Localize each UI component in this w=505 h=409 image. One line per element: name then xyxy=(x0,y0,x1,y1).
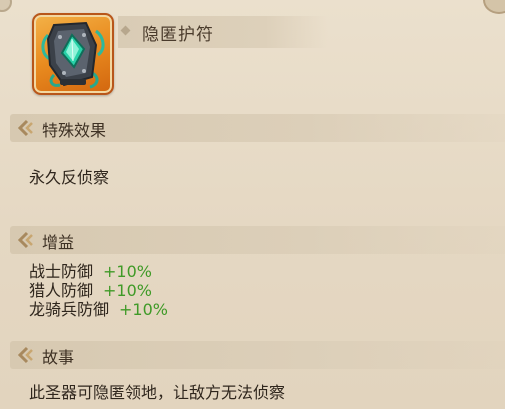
list-item: 猎人防御 +10% xyxy=(29,282,152,300)
buff-label: 龙骑兵防御 xyxy=(29,300,110,319)
buff-value: +10% xyxy=(119,300,168,319)
section-title: 特殊效果 xyxy=(42,121,107,140)
amulet-icon xyxy=(32,13,114,95)
buff-label: 猎人防御 xyxy=(29,281,94,300)
section-emblem-icon xyxy=(18,231,33,249)
item-tooltip-panel: 隐匿护符 特殊效果 永久反侦察 增益 战士防御 +10% 猎人防御 +10% 龙骑兵… xyxy=(0,0,505,409)
buff-value: +10% xyxy=(103,281,152,300)
section-header-story: 故事 xyxy=(10,341,505,369)
item-name: 隐匿护符 xyxy=(142,25,214,45)
close-corner-ornament[interactable] xyxy=(483,0,505,14)
special-effect-text: 永久反侦察 xyxy=(29,168,110,187)
list-item: 龙骑兵防御 +10% xyxy=(29,301,168,319)
section-header-special: 特殊效果 xyxy=(10,114,505,142)
section-title: 增益 xyxy=(42,233,75,252)
list-item: 战士防御 +10% xyxy=(29,263,152,281)
section-emblem-icon xyxy=(18,119,33,137)
story-text: 此圣器可隐匿领地，让敌方无法侦察 xyxy=(29,383,286,402)
section-header-buffs: 增益 xyxy=(10,226,505,254)
section-emblem-icon xyxy=(18,346,33,364)
buff-value: +10% xyxy=(103,262,152,281)
corner-ornament xyxy=(0,0,12,12)
section-title: 故事 xyxy=(42,348,75,367)
buff-label: 战士防御 xyxy=(29,262,94,281)
